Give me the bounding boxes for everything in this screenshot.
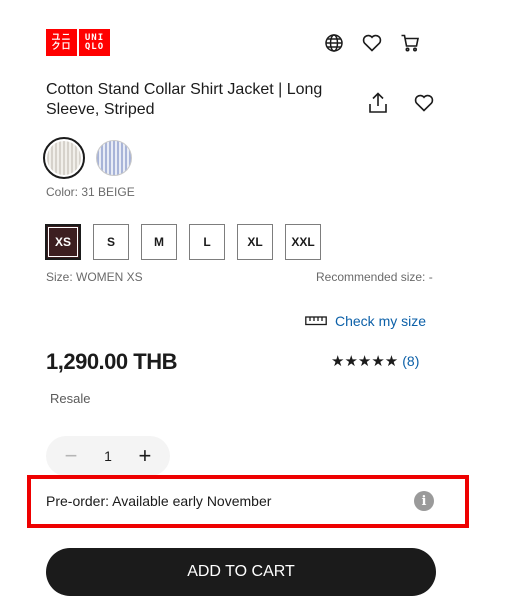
product-price: 1,290.00 THB	[46, 349, 177, 374]
product-rating: ★★★★★ (8)	[331, 352, 419, 370]
size-button-xs[interactable]: XS	[45, 224, 81, 260]
logo-text-bottom-left: クロ	[51, 41, 72, 52]
preorder-notice: Pre-order: Available early November i	[27, 475, 469, 528]
size-button-xxl[interactable]: XXL	[285, 224, 321, 260]
quantity-stepper: − 1 +	[46, 436, 170, 476]
color-label: Color: 31 BEIGE	[46, 185, 135, 199]
size-button-xl[interactable]: XL	[237, 224, 273, 260]
quantity-increase-button[interactable]: +	[134, 445, 156, 467]
color-swatch-beige[interactable]	[43, 137, 85, 179]
quantity-value: 1	[104, 448, 112, 464]
size-label: Size: WOMEN XS	[46, 270, 143, 284]
size-button-m[interactable]: M	[141, 224, 177, 260]
wishlist-heart-icon[interactable]	[412, 91, 436, 115]
color-swatches	[43, 137, 135, 179]
resale-label: Resale	[50, 391, 91, 406]
product-actions	[366, 91, 436, 115]
header-icons	[322, 31, 422, 55]
heart-icon[interactable]	[360, 31, 384, 55]
uniqlo-logo[interactable]: ユニ クロ UNI QLO	[46, 29, 110, 56]
check-size-label: Check my size	[335, 313, 427, 329]
swatch-fill	[47, 141, 81, 175]
recommended-size: Recommended size: -	[316, 270, 433, 284]
color-swatch-blue[interactable]	[93, 137, 135, 179]
size-selector: XS S M L XL XXL	[45, 224, 321, 260]
star-rating-icons: ★★★★★	[331, 353, 399, 370]
ruler-icon	[305, 313, 327, 329]
share-icon[interactable]	[366, 91, 390, 115]
preorder-text: Pre-order: Available early November	[46, 493, 272, 509]
logo-latin-block: UNI QLO	[79, 29, 110, 56]
quantity-decrease-button[interactable]: −	[60, 445, 82, 467]
check-size-link[interactable]: Check my size	[305, 313, 426, 329]
globe-icon[interactable]	[322, 31, 346, 55]
swatch-fill	[96, 140, 132, 176]
cart-icon[interactable]	[398, 31, 422, 55]
size-button-s[interactable]: S	[93, 224, 129, 260]
review-count-link[interactable]: (8)	[402, 353, 419, 369]
info-icon[interactable]: i	[414, 491, 434, 511]
add-to-cart-button[interactable]: ADD TO CART	[46, 548, 436, 596]
product-title: Cotton Stand Collar Shirt Jacket | Long …	[46, 81, 323, 118]
logo-katakana-block: ユニ クロ	[46, 29, 77, 56]
logo-text-bottom-right: QLO	[84, 41, 105, 52]
size-button-l[interactable]: L	[189, 224, 225, 260]
